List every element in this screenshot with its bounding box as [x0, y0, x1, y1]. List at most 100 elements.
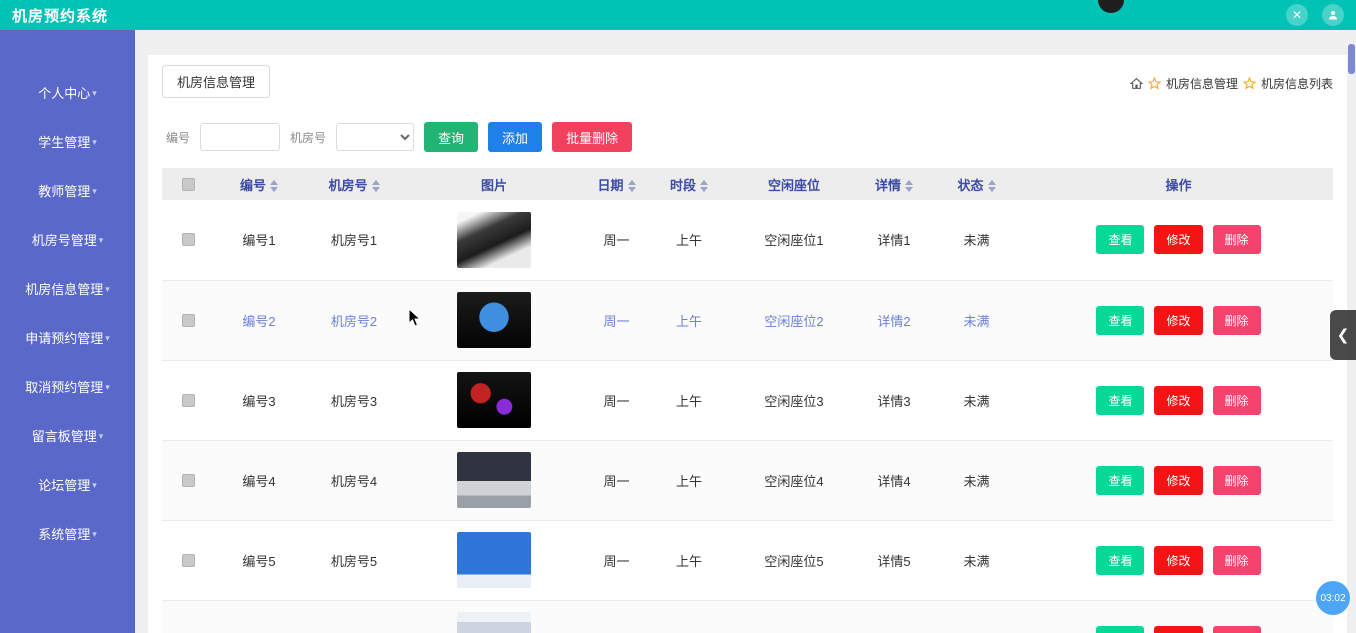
column-header-时段[interactable]: 时段 — [649, 168, 729, 200]
app-title: 机房预约系统 — [12, 5, 108, 26]
batch-delete-button[interactable]: 批量删除 — [552, 122, 632, 152]
top-header: 机房预约系统 ✕ — [0, 0, 1356, 30]
chevron-down-icon: ▾ — [92, 480, 97, 490]
view-button[interactable]: 查看 — [1096, 546, 1144, 575]
cell-period: 上午 — [649, 200, 729, 280]
table-row: 编号1机房号1周一上午空闲座位1详情1未满查看修改删除 — [162, 200, 1333, 280]
cell-room: 机房号1 — [304, 200, 404, 280]
sidebar-item-label: 留言板管理 — [32, 429, 97, 444]
sidebar-item-label: 个人中心 — [38, 86, 90, 101]
column-header-状态[interactable]: 状态 — [929, 168, 1024, 200]
edit-button[interactable]: 修改 — [1154, 546, 1202, 575]
column-header-详情[interactable]: 详情 — [859, 168, 929, 200]
delete-button[interactable]: 删除 — [1213, 546, 1261, 575]
table-row: 编号2机房号2周一上午空闲座位2详情2未满查看修改删除 — [162, 280, 1333, 360]
edit-button[interactable]: 修改 — [1154, 386, 1202, 415]
edit-button[interactable]: 修改 — [1154, 306, 1202, 335]
edit-button[interactable]: 修改 — [1154, 466, 1202, 495]
desk-setup-image — [457, 452, 531, 508]
delete-button[interactable]: 删除 — [1213, 626, 1261, 633]
chevron-down-icon: ▾ — [92, 529, 97, 539]
cell-seats: 空闲座位4 — [729, 440, 859, 520]
query-button[interactable]: 查询 — [424, 122, 478, 152]
room-filter-label: 机房号 — [290, 129, 326, 146]
row-checkbox[interactable] — [182, 474, 195, 487]
row-checkbox[interactable] — [182, 554, 195, 567]
table-row: 编号6机房号6周一上午空闲座位6详情6未满查看修改删除 — [162, 600, 1333, 633]
cell-id: 编号1 — [214, 200, 304, 280]
view-button[interactable]: 查看 — [1096, 225, 1144, 254]
cell-seats: 空闲座位3 — [729, 360, 859, 440]
delete-button[interactable]: 删除 — [1213, 466, 1261, 495]
scrollbar-thumb[interactable] — [1348, 44, 1355, 74]
sidebar-item-4[interactable]: 机房号管理▾ — [0, 215, 135, 264]
sidebar: 个人中心▾学生管理▾教师管理▾机房号管理▾机房信息管理▾申请预约管理▾取消预约管… — [0, 30, 135, 633]
id-filter-label: 编号 — [166, 129, 190, 146]
delete-button[interactable]: 删除 — [1213, 386, 1261, 415]
cell-status: 未满 — [929, 520, 1024, 600]
cell-detail: 详情4 — [859, 440, 929, 520]
sidebar-item-5[interactable]: 机房信息管理▾ — [0, 264, 135, 313]
cell-status: 未满 — [929, 440, 1024, 520]
home-icon — [1130, 77, 1143, 90]
column-header-日期[interactable]: 日期 — [584, 168, 649, 200]
table-row: 编号4机房号4周一上午空闲座位4详情4未满查看修改删除 — [162, 440, 1333, 520]
room-filter-select[interactable] — [336, 123, 414, 151]
close-icon[interactable]: ✕ — [1286, 4, 1308, 26]
add-button[interactable]: 添加 — [488, 122, 542, 152]
delete-button[interactable]: 删除 — [1213, 225, 1261, 254]
column-header-空闲座位: 空闲座位 — [729, 168, 859, 200]
sidebar-item-label: 论坛管理 — [38, 478, 90, 493]
cell-detail: 详情3 — [859, 360, 929, 440]
sidebar-item-3[interactable]: 教师管理▾ — [0, 166, 135, 215]
sort-icon[interactable] — [270, 180, 278, 192]
chevron-down-icon: ▾ — [92, 186, 97, 196]
sidebar-item-10[interactable]: 系统管理▾ — [0, 509, 135, 558]
sort-icon[interactable] — [628, 180, 636, 192]
cell-date: 周一 — [584, 360, 649, 440]
cell-status: 未满 — [929, 360, 1024, 440]
select-all-checkbox[interactable] — [182, 178, 195, 191]
view-button[interactable]: 查看 — [1096, 386, 1144, 415]
chevron-left-icon: ❮ — [1337, 326, 1350, 344]
sidebar-item-2[interactable]: 学生管理▾ — [0, 117, 135, 166]
cell-status: 未满 — [929, 200, 1024, 280]
collapse-panel-handle[interactable]: ❮ — [1330, 310, 1356, 360]
view-button[interactable]: 查看 — [1096, 626, 1144, 633]
table-header-row: 编号机房号图片日期时段空闲座位详情状态操作 — [162, 168, 1333, 200]
sort-icon[interactable] — [988, 180, 996, 192]
sort-icon[interactable] — [905, 180, 913, 192]
sidebar-item-label: 学生管理 — [38, 135, 90, 150]
user-icon[interactable] — [1322, 4, 1344, 26]
edit-button[interactable]: 修改 — [1154, 225, 1202, 254]
column-header-机房号[interactable]: 机房号 — [304, 168, 404, 200]
sort-icon[interactable] — [700, 180, 708, 192]
sort-icon[interactable] — [372, 180, 380, 192]
cell-detail: 详情5 — [859, 520, 929, 600]
sidebar-menu: 个人中心▾学生管理▾教师管理▾机房号管理▾机房信息管理▾申请预约管理▾取消预约管… — [0, 68, 135, 558]
sidebar-item-7[interactable]: 取消预约管理▾ — [0, 362, 135, 411]
cell-detail: 详情6 — [859, 600, 929, 633]
table-row: 编号3机房号3周一上午空闲座位3详情3未满查看修改删除 — [162, 360, 1333, 440]
view-button[interactable]: 查看 — [1096, 306, 1144, 335]
delete-button[interactable]: 删除 — [1213, 306, 1261, 335]
breadcrumb-item-1[interactable]: 机房信息管理 — [1166, 75, 1238, 92]
monitor-image — [457, 292, 531, 348]
row-checkbox[interactable] — [182, 233, 195, 246]
sidebar-item-9[interactable]: 论坛管理▾ — [0, 460, 135, 509]
row-checkbox[interactable] — [182, 314, 195, 327]
sidebar-item-label: 机房号管理 — [32, 233, 97, 248]
column-header-编号[interactable]: 编号 — [214, 168, 304, 200]
id-filter-input[interactable] — [200, 123, 280, 151]
edit-button[interactable]: 修改 — [1154, 626, 1202, 633]
tab-room-info[interactable]: 机房信息管理 — [162, 65, 270, 98]
sidebar-item-6[interactable]: 申请预约管理▾ — [0, 313, 135, 362]
cell-date: 周一 — [584, 200, 649, 280]
breadcrumb-item-2[interactable]: 机房信息列表 — [1261, 75, 1333, 92]
cell-period: 上午 — [649, 360, 729, 440]
sidebar-item-8[interactable]: 留言板管理▾ — [0, 411, 135, 460]
room-info-table: 编号机房号图片日期时段空闲座位详情状态操作 编号1机房号1周一上午空闲座位1详情… — [162, 168, 1333, 633]
row-checkbox[interactable] — [182, 394, 195, 407]
view-button[interactable]: 查看 — [1096, 466, 1144, 495]
sidebar-item-1[interactable]: 个人中心▾ — [0, 68, 135, 117]
